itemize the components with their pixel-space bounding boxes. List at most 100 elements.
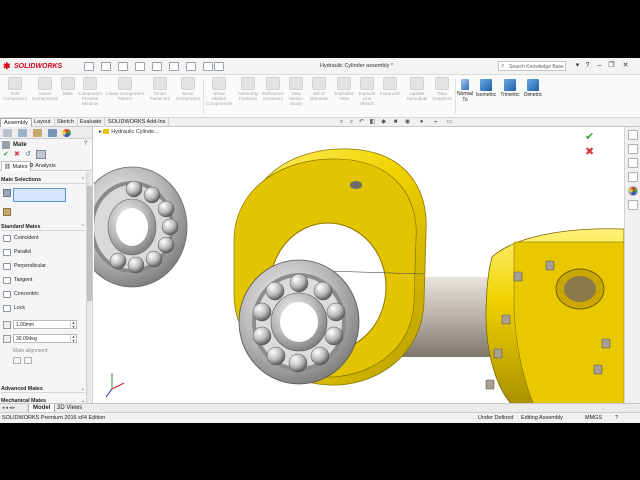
tab-analysis[interactable]: ⚙ Analysis bbox=[27, 161, 58, 171]
tangent-option[interactable]: Tangent bbox=[3, 275, 83, 286]
tab-evaluate[interactable]: Evaluate bbox=[77, 118, 106, 127]
insert-components-button[interactable]: Insert Components bbox=[29, 77, 61, 101]
previous-view-icon[interactable]: ↶ bbox=[358, 119, 365, 126]
concentric-option[interactable]: Concentric bbox=[3, 289, 83, 300]
normal-to-button[interactable]: Normal To bbox=[456, 79, 474, 103]
restore-button[interactable]: ❐ bbox=[606, 60, 617, 72]
tab-layout[interactable]: Layout bbox=[31, 118, 55, 127]
select-icon[interactable] bbox=[169, 62, 179, 71]
instant3d-button[interactable]: Instant3D bbox=[378, 77, 402, 96]
trimetric-button[interactable]: Trimetric bbox=[498, 79, 522, 99]
open-file-icon[interactable] bbox=[101, 62, 111, 71]
smart-fasteners-button[interactable]: Smart Fasteners bbox=[146, 77, 174, 101]
configuration-manager-icon[interactable] bbox=[33, 129, 42, 137]
dimetric-button[interactable]: Dimetric bbox=[521, 79, 545, 99]
view-orientation-icon[interactable]: ◆ bbox=[380, 119, 387, 126]
zoom-area-icon[interactable]: ⌕ bbox=[348, 119, 355, 126]
anti-aligned-icon[interactable] bbox=[24, 357, 32, 364]
property-manager-icon[interactable] bbox=[18, 129, 27, 137]
update-speedpak-button[interactable]: Update Speedpak bbox=[404, 77, 430, 101]
show-hidden-button[interactable]: Show Hidden Components bbox=[205, 77, 233, 107]
angle-spinner-icon[interactable]: ▲ ▼ bbox=[70, 335, 76, 343]
new-file-icon[interactable] bbox=[84, 62, 94, 71]
coincident-option[interactable]: Coincident bbox=[3, 233, 83, 244]
standard-mates-header[interactable]: Standard Mates ⌃ bbox=[1, 223, 85, 231]
display-manager-icon[interactable] bbox=[62, 129, 71, 137]
zoom-to-fit-icon[interactable]: ⌕ bbox=[338, 119, 345, 126]
edit-component-button[interactable]: Edit Component bbox=[1, 77, 29, 101]
file-explorer-icon[interactable] bbox=[628, 158, 638, 168]
feature-manager-icon[interactable] bbox=[3, 129, 12, 137]
mate-selections-header[interactable]: Mate Selections ⌃ bbox=[1, 176, 85, 184]
perpendicular-option[interactable]: Perpendicular bbox=[3, 261, 83, 272]
aligned-icon[interactable] bbox=[13, 357, 21, 364]
tab-assembly[interactable]: Assembly bbox=[0, 118, 32, 127]
exploded-view-button[interactable]: Exploded View bbox=[331, 77, 357, 101]
cylinder-barrel[interactable] bbox=[485, 228, 624, 403]
status-help-icon[interactable]: ? bbox=[615, 413, 618, 423]
assembly-features-icon bbox=[241, 77, 255, 90]
cancel-x-icon[interactable]: ✖ bbox=[14, 150, 20, 159]
parallel-option[interactable]: Parallel bbox=[3, 247, 83, 258]
edit-appearance-icon[interactable]: ● bbox=[418, 119, 425, 126]
linear-pattern-button[interactable]: Linear Component Pattern bbox=[104, 77, 146, 101]
section-view-icon[interactable]: ◧ bbox=[369, 119, 376, 126]
mate-command-button[interactable]: Mate bbox=[60, 77, 76, 96]
options-gear-icon[interactable] bbox=[214, 62, 224, 71]
save-icon[interactable] bbox=[118, 62, 128, 71]
view-settings-icon[interactable]: ▭ bbox=[446, 119, 453, 126]
print-icon[interactable] bbox=[135, 62, 145, 71]
explode-line-sketch-button[interactable]: Explode Line Sketch bbox=[356, 77, 378, 107]
minimize-button[interactable]: – bbox=[594, 60, 605, 72]
file-properties-icon[interactable] bbox=[203, 62, 213, 71]
bill-of-materials-button[interactable]: Bill of Materials bbox=[307, 77, 331, 101]
tangent-icon bbox=[3, 277, 11, 284]
solidworks-logo[interactable]: ✱ SOLIDWORKS bbox=[3, 61, 67, 72]
reference-geometry-button[interactable]: Reference Geometry bbox=[260, 77, 286, 101]
tab-addins[interactable]: SOLIDWORKS Add-Ins bbox=[105, 118, 170, 127]
ok-check-icon[interactable]: ✔ bbox=[3, 150, 9, 159]
design-library-icon[interactable] bbox=[628, 144, 638, 154]
isometric-button[interactable]: Isometric bbox=[474, 79, 498, 99]
angle-field[interactable]: 30.00deg ▲ ▼ bbox=[13, 334, 77, 343]
undo-icon[interactable]: ↺ bbox=[25, 150, 31, 159]
mate-selections-field[interactable] bbox=[13, 188, 66, 202]
new-motion-study-button[interactable]: New Motion Study bbox=[285, 77, 307, 107]
tab-navigation-arrows[interactable]: ◂◂◂▸ bbox=[2, 405, 26, 412]
confirm-corner-cancel-icon[interactable]: ✖ bbox=[585, 145, 594, 158]
appearances-icon[interactable] bbox=[628, 186, 638, 196]
assembly-features-button[interactable]: Assembly Features bbox=[235, 77, 261, 101]
bearing-center[interactable] bbox=[238, 259, 360, 385]
distance-field[interactable]: 1.00mm ▲ ▼ bbox=[13, 320, 77, 329]
display-style-icon[interactable]: ■ bbox=[392, 119, 399, 126]
graphics-area[interactable]: ▸ Hydraulic Cylinde... ✔ ✖ bbox=[94, 127, 624, 403]
angle-icon bbox=[3, 335, 11, 343]
confirm-corner-ok-icon[interactable]: ✔ bbox=[585, 130, 594, 143]
dimxpert-manager-icon[interactable] bbox=[48, 129, 57, 137]
tab-sketch[interactable]: Sketch bbox=[54, 118, 78, 127]
move-component-button[interactable]: Move Component bbox=[174, 77, 202, 101]
view-palette-icon[interactable] bbox=[628, 172, 638, 182]
pin-icon[interactable] bbox=[36, 150, 46, 159]
custom-properties-icon[interactable] bbox=[628, 200, 638, 210]
apply-scene-icon[interactable]: ◒ bbox=[432, 119, 439, 126]
lock-option[interactable]: Lock bbox=[3, 303, 83, 314]
distance-spinner-icon[interactable]: ▲ ▼ bbox=[70, 321, 76, 329]
take-snapshot-button[interactable]: Take Snapshot bbox=[430, 77, 454, 101]
component-preview-button[interactable]: Component Preview Window bbox=[76, 77, 104, 107]
bearing-left[interactable] bbox=[94, 166, 188, 288]
close-button[interactable]: ✕ bbox=[620, 60, 631, 72]
advanced-mates-header[interactable]: Advanced Mates ⌄ bbox=[1, 385, 85, 393]
undo-icon[interactable] bbox=[152, 62, 162, 71]
scrollbar-thumb[interactable] bbox=[87, 186, 92, 301]
assembly-model[interactable] bbox=[94, 127, 624, 403]
panel-scrollbar[interactable] bbox=[86, 172, 92, 412]
unit-system[interactable]: MMGS bbox=[585, 413, 602, 423]
rebuild-icon[interactable] bbox=[186, 62, 196, 71]
help-button[interactable]: ? bbox=[582, 60, 593, 72]
search-input[interactable]: ⌕ Search Knowledge Base bbox=[498, 61, 566, 71]
help-icon[interactable]: ? bbox=[84, 141, 87, 147]
flyout-feature-tree[interactable]: ▸ Hydraulic Cylinde... bbox=[99, 129, 159, 135]
solidworks-resources-icon[interactable] bbox=[628, 130, 638, 140]
hide-show-items-icon[interactable]: ◉ bbox=[404, 119, 411, 126]
